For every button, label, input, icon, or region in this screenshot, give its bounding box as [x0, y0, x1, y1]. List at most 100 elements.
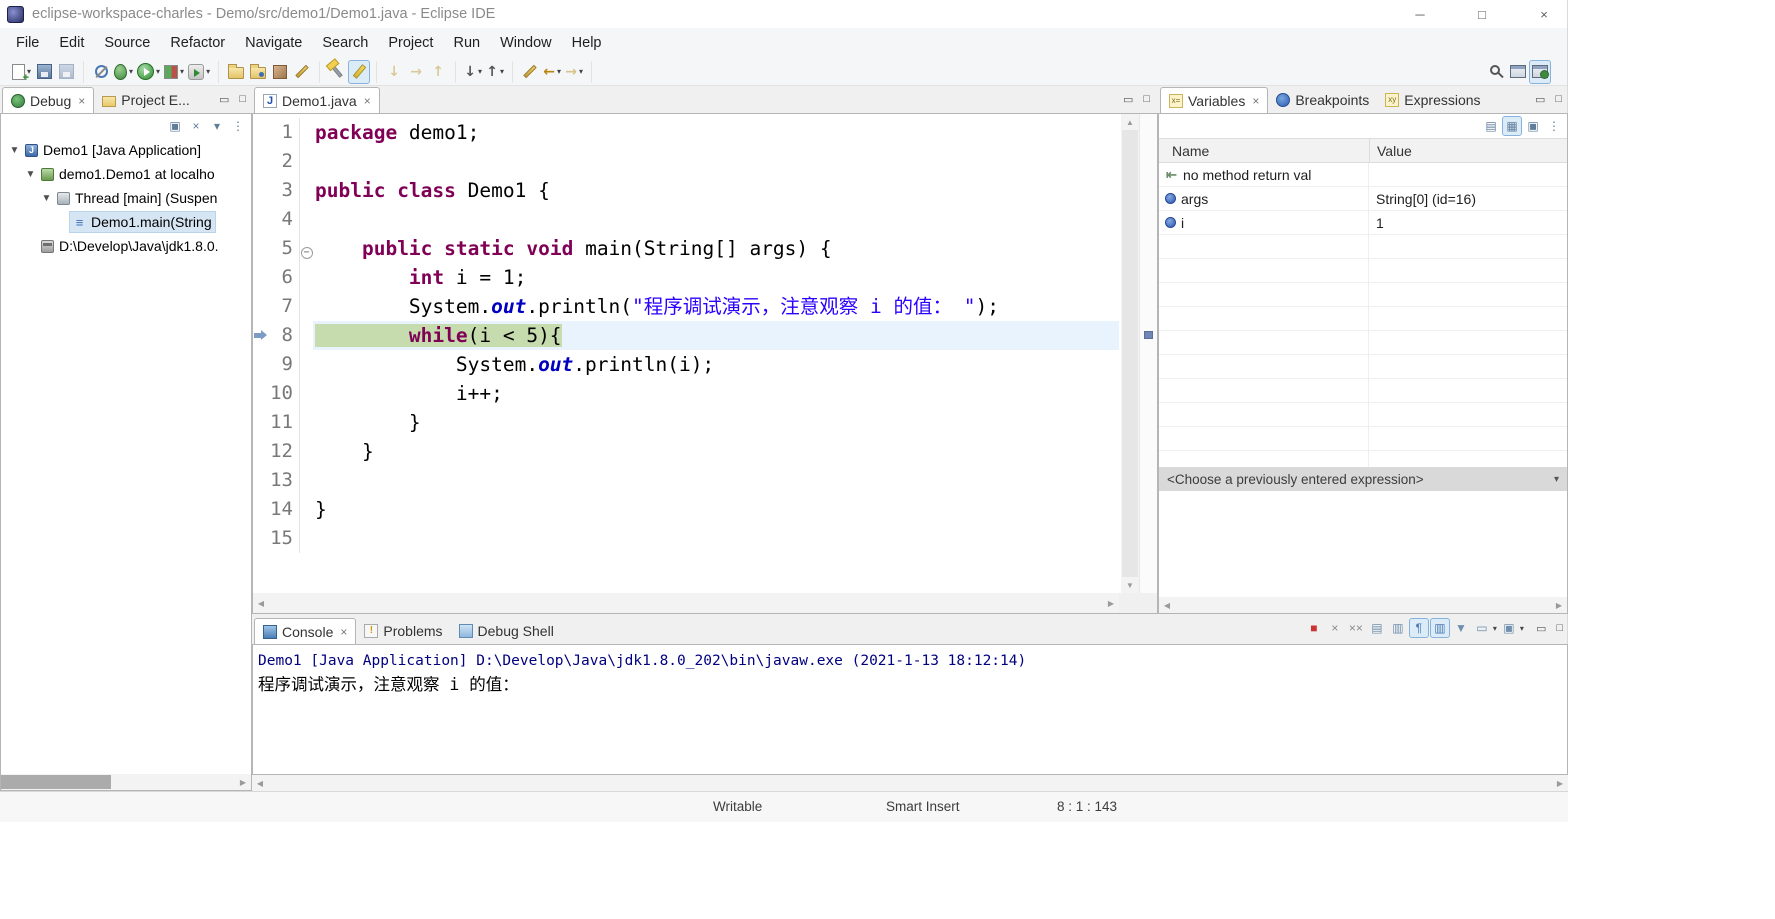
close-button[interactable]: ×: [1521, 0, 1567, 28]
remove-all-terminated-icon[interactable]: ×: [187, 117, 205, 135]
search-icon[interactable]: [1486, 61, 1506, 83]
open-console-icon[interactable]: ▣: [1500, 619, 1518, 637]
debug-tree-item[interactable]: ▼Demo1 [Java Application]: [1, 138, 251, 162]
minimize-view-button[interactable]: ▭: [1535, 93, 1545, 106]
collapse-arrow-icon[interactable]: ▼: [7, 145, 22, 156]
menu-edit[interactable]: Edit: [49, 35, 94, 51]
code-area[interactable]: 1package demo1;23public class Demo1 {45−…: [253, 114, 1119, 593]
dropdown-arrow-icon[interactable]: ▾: [478, 67, 482, 76]
menu-help[interactable]: Help: [562, 35, 612, 51]
scrollbar-thumb[interactable]: [1, 775, 111, 789]
dropdown-arrow-icon[interactable]: ▾: [180, 67, 184, 76]
code-line[interactable]: 6 int i = 1;: [253, 263, 1119, 292]
debug-hscrollbar[interactable]: [1, 774, 251, 790]
view-menu-icon[interactable]: ⋮: [229, 117, 247, 135]
step-over-icon[interactable]: →: [406, 61, 426, 83]
dropdown-arrow-icon[interactable]: ▾: [579, 67, 583, 76]
maximize-view-button[interactable]: □: [239, 93, 246, 106]
menu-navigate[interactable]: Navigate: [235, 35, 312, 51]
close-icon[interactable]: ×: [1252, 94, 1259, 108]
overview-ruler[interactable]: [1139, 114, 1157, 593]
code-line[interactable]: 11 }: [253, 408, 1119, 437]
debug-perspective-icon[interactable]: [1530, 61, 1550, 83]
new-class-icon[interactable]: [292, 61, 312, 83]
back-icon[interactable]: ←▾: [542, 61, 562, 83]
java-search-icon[interactable]: [327, 61, 347, 83]
code-line[interactable]: 1package demo1;: [253, 118, 1119, 147]
previous-annotation-icon[interactable]: ↑▾: [485, 61, 505, 83]
menu-source[interactable]: Source: [94, 35, 160, 51]
code-line[interactable]: 13: [253, 466, 1119, 495]
clear-console-icon[interactable]: ▤: [1368, 619, 1386, 637]
new-package-icon[interactable]: [270, 61, 290, 83]
next-annotation-icon[interactable]: ↓▾: [463, 61, 483, 83]
menu-refactor[interactable]: Refactor: [160, 35, 235, 51]
dropdown-arrow-icon[interactable]: ▾: [156, 67, 160, 76]
code-line[interactable]: 2: [253, 147, 1119, 176]
pin-console-icon[interactable]: ▼: [1452, 619, 1470, 637]
save-all-icon[interactable]: [56, 61, 76, 83]
tab-expressions[interactable]: Expressions: [1377, 87, 1488, 113]
scroll-right-icon[interactable]: [1103, 593, 1119, 613]
scroll-lock-icon[interactable]: ▥: [1389, 619, 1407, 637]
tab-debug-shell[interactable]: Debug Shell: [451, 618, 562, 644]
view-menu-icon[interactable]: ⋮: [1545, 117, 1563, 135]
show-type-names-icon[interactable]: ▤: [1482, 117, 1500, 135]
code-line[interactable]: 12 }: [253, 437, 1119, 466]
dropdown-arrow-icon[interactable]: ▾: [1520, 624, 1524, 633]
maximize-view-button[interactable]: □: [1143, 93, 1150, 106]
minimize-view-button[interactable]: ▭: [1123, 93, 1133, 106]
tab-console[interactable]: Console×: [254, 618, 356, 644]
fold-toggle[interactable]: −: [299, 234, 313, 263]
chevron-down-icon[interactable]: ▾: [1554, 474, 1559, 485]
scroll-right-icon[interactable]: [1551, 597, 1567, 613]
collapse-all-icon[interactable]: ▣: [1524, 117, 1542, 135]
dropdown-arrow-icon[interactable]: ▾: [129, 67, 133, 76]
view-dropdown-icon[interactable]: ▾: [208, 117, 226, 135]
scroll-left-icon[interactable]: [1159, 597, 1175, 613]
run-icon[interactable]: ▾: [136, 61, 161, 83]
scroll-up-icon[interactable]: [1121, 114, 1139, 130]
code-line[interactable]: 15: [253, 524, 1119, 553]
menu-file[interactable]: File: [6, 35, 49, 51]
coverage-icon[interactable]: ▾: [163, 61, 185, 83]
maximize-button[interactable]: □: [1459, 0, 1505, 28]
dropdown-arrow-icon[interactable]: ▾: [206, 67, 210, 76]
editor-hscrollbar[interactable]: [253, 593, 1119, 613]
save-icon[interactable]: [34, 61, 54, 83]
tab-demo1-java[interactable]: Demo1.java×: [254, 87, 380, 113]
scroll-left-icon[interactable]: [252, 775, 268, 791]
collapse-all-icon[interactable]: ▣: [166, 117, 184, 135]
menu-search[interactable]: Search: [312, 35, 378, 51]
collapse-arrow-icon[interactable]: ▼: [39, 193, 54, 204]
tab-breakpoints[interactable]: Breakpoints: [1268, 87, 1377, 113]
remove-all-launches-icon[interactable]: ××: [1347, 619, 1365, 637]
code-line[interactable]: 3public class Demo1 {: [253, 176, 1119, 205]
last-edit-location-icon[interactable]: [520, 61, 540, 83]
remove-launch-icon[interactable]: ×: [1326, 619, 1344, 637]
maximize-view-button[interactable]: □: [1555, 93, 1562, 106]
close-icon[interactable]: ×: [364, 94, 371, 108]
show-logical-structures-icon[interactable]: ▦: [1503, 117, 1521, 135]
word-wrap-icon[interactable]: ¶: [1410, 619, 1428, 637]
variables-hscrollbar[interactable]: [1159, 597, 1567, 613]
display-selected-console-icon[interactable]: ▭: [1473, 619, 1491, 637]
debug-tree-item[interactable]: ≡Demo1.main(String: [1, 210, 251, 234]
collapse-arrow-icon[interactable]: ▼: [23, 169, 38, 180]
debug-tree-item[interactable]: ▼Thread [main] (Suspen: [1, 186, 251, 210]
dropdown-arrow-icon[interactable]: ▾: [557, 67, 561, 76]
menu-window[interactable]: Window: [490, 35, 562, 51]
scrollbar-thumb[interactable]: [1122, 130, 1138, 577]
code-line[interactable]: 7 System.out.println("程序调试演示，注意观察 i 的值： …: [253, 292, 1119, 321]
minimize-button[interactable]: ─: [1397, 0, 1443, 28]
console-hscrollbar[interactable]: [252, 775, 1568, 791]
code-line[interactable]: 5− public static void main(String[] args…: [253, 234, 1119, 263]
dropdown-arrow-icon[interactable]: ▾: [500, 67, 504, 76]
menu-project[interactable]: Project: [378, 35, 443, 51]
debug-tree-item[interactable]: D:\Develop\Java\jdk1.8.0.: [1, 234, 251, 258]
minimize-view-button[interactable]: ▭: [219, 93, 229, 106]
variable-row[interactable]: i1: [1159, 211, 1567, 235]
maximize-view-button[interactable]: □: [1556, 622, 1563, 635]
tab-variables[interactable]: Variables×: [1160, 87, 1268, 113]
dropdown-arrow-icon[interactable]: ▾: [1493, 624, 1497, 633]
